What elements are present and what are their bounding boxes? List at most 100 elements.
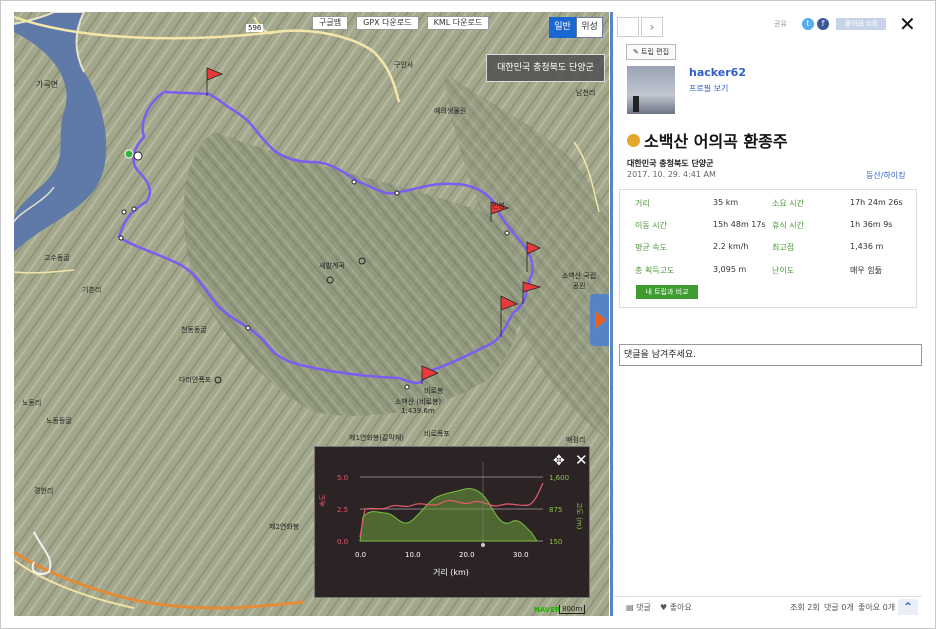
place-label: 비로봉 [424, 387, 444, 395]
edit-trip-label: 트립 편집 [641, 48, 670, 56]
comment-tab[interactable]: ▤ 댓글 [626, 602, 651, 613]
stat-value: 1,436 m [850, 242, 884, 251]
road-number-label: 596 [246, 24, 264, 32]
map-view[interactable]: 구글맵 GPX 다운로드 KML 다운로드 일반 위성 대한민국 충청북도 단양… [14, 12, 609, 616]
avatar[interactable] [627, 66, 675, 114]
comment-input[interactable]: 댓글을 남겨주세요. [619, 344, 922, 366]
chevron-up-icon: ⌃ [902, 600, 914, 614]
trip-stats-box: 거리 35 km 소요 시간 17h 24m 26s 이동 시간 15h 48m… [619, 189, 917, 308]
stat-value: 매우 힘듦 [850, 266, 882, 275]
compare-trip-button[interactable]: 내 트립과 비교 [636, 285, 698, 299]
stat-label: 거리 [635, 199, 650, 208]
views-count: 조회 2회 [790, 603, 820, 612]
stat-label: 난이도 [772, 266, 795, 275]
google-map-button[interactable]: 구글맵 [312, 16, 349, 30]
altitude-tick: 875 [549, 506, 562, 514]
place-label: 배점리 [566, 436, 586, 444]
gpx-download-button[interactable]: GPX 다운로드 [356, 16, 419, 30]
stat-value: 15h 48m 17s [713, 220, 766, 229]
panel-divider [610, 12, 613, 616]
kml-download-button[interactable]: KML 다운로드 [426, 16, 490, 30]
map-type-satellite-button[interactable]: 위성 [576, 17, 603, 38]
trip-title: 소백산 어의곡 환종주 [627, 128, 788, 152]
facebook-icon[interactable]: f [817, 18, 829, 30]
stat-value: 35 km [713, 198, 739, 207]
scroll-to-top-button[interactable]: ⌃ [898, 599, 918, 615]
next-trip-button[interactable]: › [641, 17, 663, 37]
like-tab-label: 좋아요 [669, 603, 692, 612]
like-box-button[interactable]: 좋아요 0개 [836, 18, 886, 30]
summit-label: 소백산 (비로봉) 1,439.6m [394, 398, 442, 415]
place-label: 예의생물원 [434, 107, 467, 115]
place-label: 제2연화봉 [269, 523, 300, 531]
stat-label: 이동 시간 [635, 221, 667, 230]
username-link[interactable]: hacker62 [689, 66, 746, 79]
prev-trip-button[interactable] [617, 17, 639, 37]
map-toolbar: 구글맵 GPX 다운로드 KML 다운로드 [312, 16, 490, 30]
altitude-tick: 1,600 [549, 474, 569, 482]
stat-value: 2.2 km/h [713, 242, 749, 251]
twitter-icon[interactable]: t [802, 18, 814, 30]
speed-tick: 2.5 [337, 506, 348, 514]
trip-emoji-icon [627, 133, 640, 147]
move-icon[interactable]: ✥ [553, 453, 565, 469]
panel-topbar: › 공유 t f 좋아요 0개 ✕ [614, 12, 922, 42]
trip-detail-panel: › 공유 t f 좋아요 0개 ✕ ✎ 트립 편집 hacker62 프로필 보… [614, 12, 922, 616]
map-scale: 800m [559, 605, 586, 614]
stat-value: 3,095 m [713, 265, 747, 274]
play-arrow-icon [595, 311, 606, 329]
edit-trip-button[interactable]: ✎ 트립 편집 [626, 44, 676, 60]
place-label: 남천리 [576, 89, 596, 97]
place-label: 구인사 [394, 61, 414, 69]
trip-category-link[interactable]: 등산/하이킹 [866, 170, 906, 181]
stat-label: 휴식 시간 [772, 221, 804, 230]
distance-tick: 10.0 [405, 551, 421, 559]
map-type-toggle: 일반 위성 [549, 17, 603, 38]
share-label: 공유 [774, 20, 787, 28]
pencil-icon: ✎ [632, 48, 639, 56]
place-label: 다리안폭포 [179, 376, 212, 384]
avatar-figure [633, 96, 639, 112]
panel-footer: ▤ 댓글 ♥ 좋아요 조회 2회 댓글 0개 좋아요 0개 ⌃ [614, 596, 922, 617]
elevation-chart-panel: 5.0 2.5 0.0 1,600 875 150 0.0 10.0 20.0 … [314, 446, 590, 598]
place-label: 노동리 [22, 399, 42, 407]
place-label: 경현리 [34, 487, 54, 495]
stat-value: 17h 24m 26s [850, 198, 903, 207]
region-badge: 대한민국 충청북도 단양군 [486, 54, 605, 82]
stat-label: 최고점 [772, 243, 795, 252]
place-label: 천동동굴 [181, 326, 207, 334]
distance-tick: 20.0 [459, 551, 475, 559]
distance-tick: 30.0 [513, 551, 529, 559]
speed-axis-label: 속도 [319, 494, 327, 507]
expand-panel-button[interactable] [590, 294, 609, 346]
stat-label: 소요 시간 [772, 199, 804, 208]
stat-value: 1h 36m 9s [850, 220, 893, 229]
comment-tab-label: 댓글 [636, 603, 651, 612]
like-tab[interactable]: ♥ 좋아요 [660, 602, 692, 613]
place-label: 가곡면 [36, 80, 59, 89]
distance-tick: 0.0 [355, 551, 366, 559]
place-label: 제1연화봉(갈막재) [349, 434, 404, 442]
comment-icon: ▤ [626, 603, 634, 612]
x-axis-label: 거리 (km) [433, 568, 469, 577]
place-label: 새밭계곡 [319, 262, 345, 270]
close-chart-icon[interactable]: ✕ [575, 451, 588, 469]
altitude-axis-label: 고도 (m) [575, 502, 583, 530]
elevation-chart: 5.0 2.5 0.0 1,600 875 150 0.0 10.0 20.0 … [319, 462, 583, 577]
place-label: 고수동굴 [44, 254, 70, 262]
speed-tick: 0.0 [337, 538, 348, 546]
likes-count: 좋아요 0개 [858, 603, 896, 612]
speed-tick: 5.0 [337, 474, 348, 482]
naver-logo: NAVER [534, 606, 561, 614]
place-label: 기촌리 [82, 286, 102, 294]
map-type-normal-button[interactable]: 일반 [549, 17, 576, 38]
trip-date: 2017. 10. 29. 4:41 AM [627, 170, 716, 179]
trip-title-text: 소백산 어의곡 환종주 [644, 132, 788, 151]
heart-icon: ♥ [660, 603, 668, 612]
altitude-tick: 150 [549, 538, 562, 546]
trip-region: 대한민국 충청북도 단양군 [627, 159, 714, 168]
comments-count: 댓글 0개 [824, 603, 854, 612]
stat-label: 총 획득고도 [635, 266, 675, 275]
close-icon[interactable]: ✕ [899, 12, 916, 36]
profile-link[interactable]: 프로필 보기 [689, 83, 728, 94]
